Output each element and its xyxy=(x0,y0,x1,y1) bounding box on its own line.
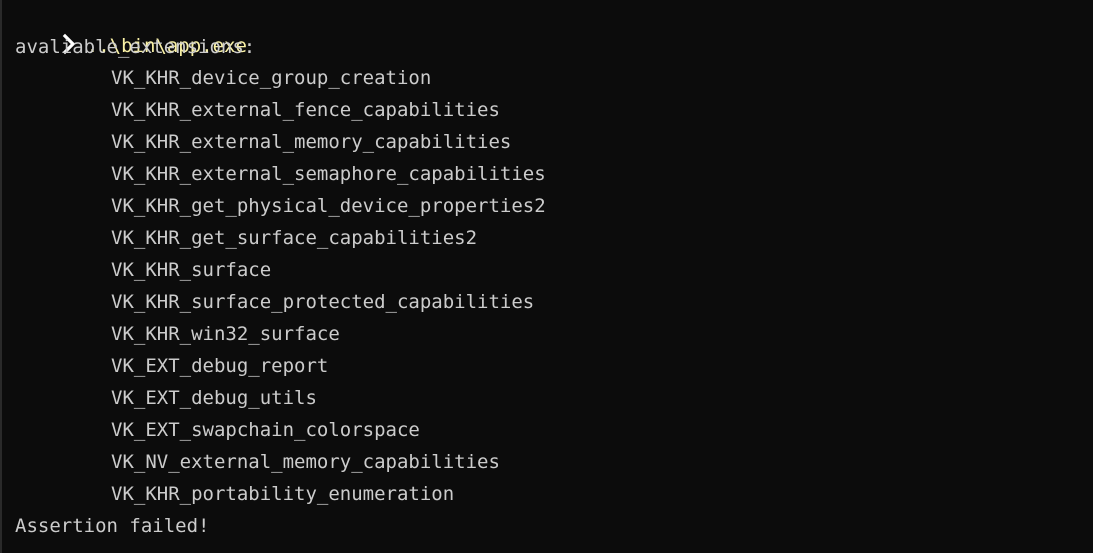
extension-line: VK_KHR_get_physical_device_properties2 xyxy=(111,195,546,217)
extension-line: VK_KHR_external_fence_capabilities xyxy=(111,99,500,121)
assertion-message: Assertion failed! xyxy=(15,515,210,537)
extension-line: VK_KHR_external_memory_capabilities xyxy=(111,131,512,153)
prompt-line: ..\bin\app.exe xyxy=(15,3,1093,57)
extension-line: VK_KHR_surface_protected_capabilities xyxy=(111,291,535,313)
extension-line: VK_KHR_portability_enumeration xyxy=(111,483,455,505)
terminal-window[interactable]: ..\bin\app.exe avaliable_extensions: VK_… xyxy=(0,0,1093,553)
output-header: avaliable_extensions: xyxy=(15,36,256,58)
extension-line: VK_EXT_swapchain_colorspace xyxy=(111,419,420,441)
extension-line: VK_KHR_device_group_creation xyxy=(111,67,432,89)
extension-line: VK_NV_external_memory_capabilities xyxy=(111,451,500,473)
extension-line: VK_KHR_get_surface_capabilities2 xyxy=(111,227,478,249)
extension-line: VK_EXT_debug_utils xyxy=(111,387,317,409)
extension-line: VK_KHR_external_semaphore_capabilities xyxy=(111,163,546,185)
extension-line: VK_KHR_surface xyxy=(111,259,272,281)
extension-line: VK_EXT_debug_report xyxy=(111,355,329,377)
extension-line: VK_KHR_win32_surface xyxy=(111,323,340,345)
